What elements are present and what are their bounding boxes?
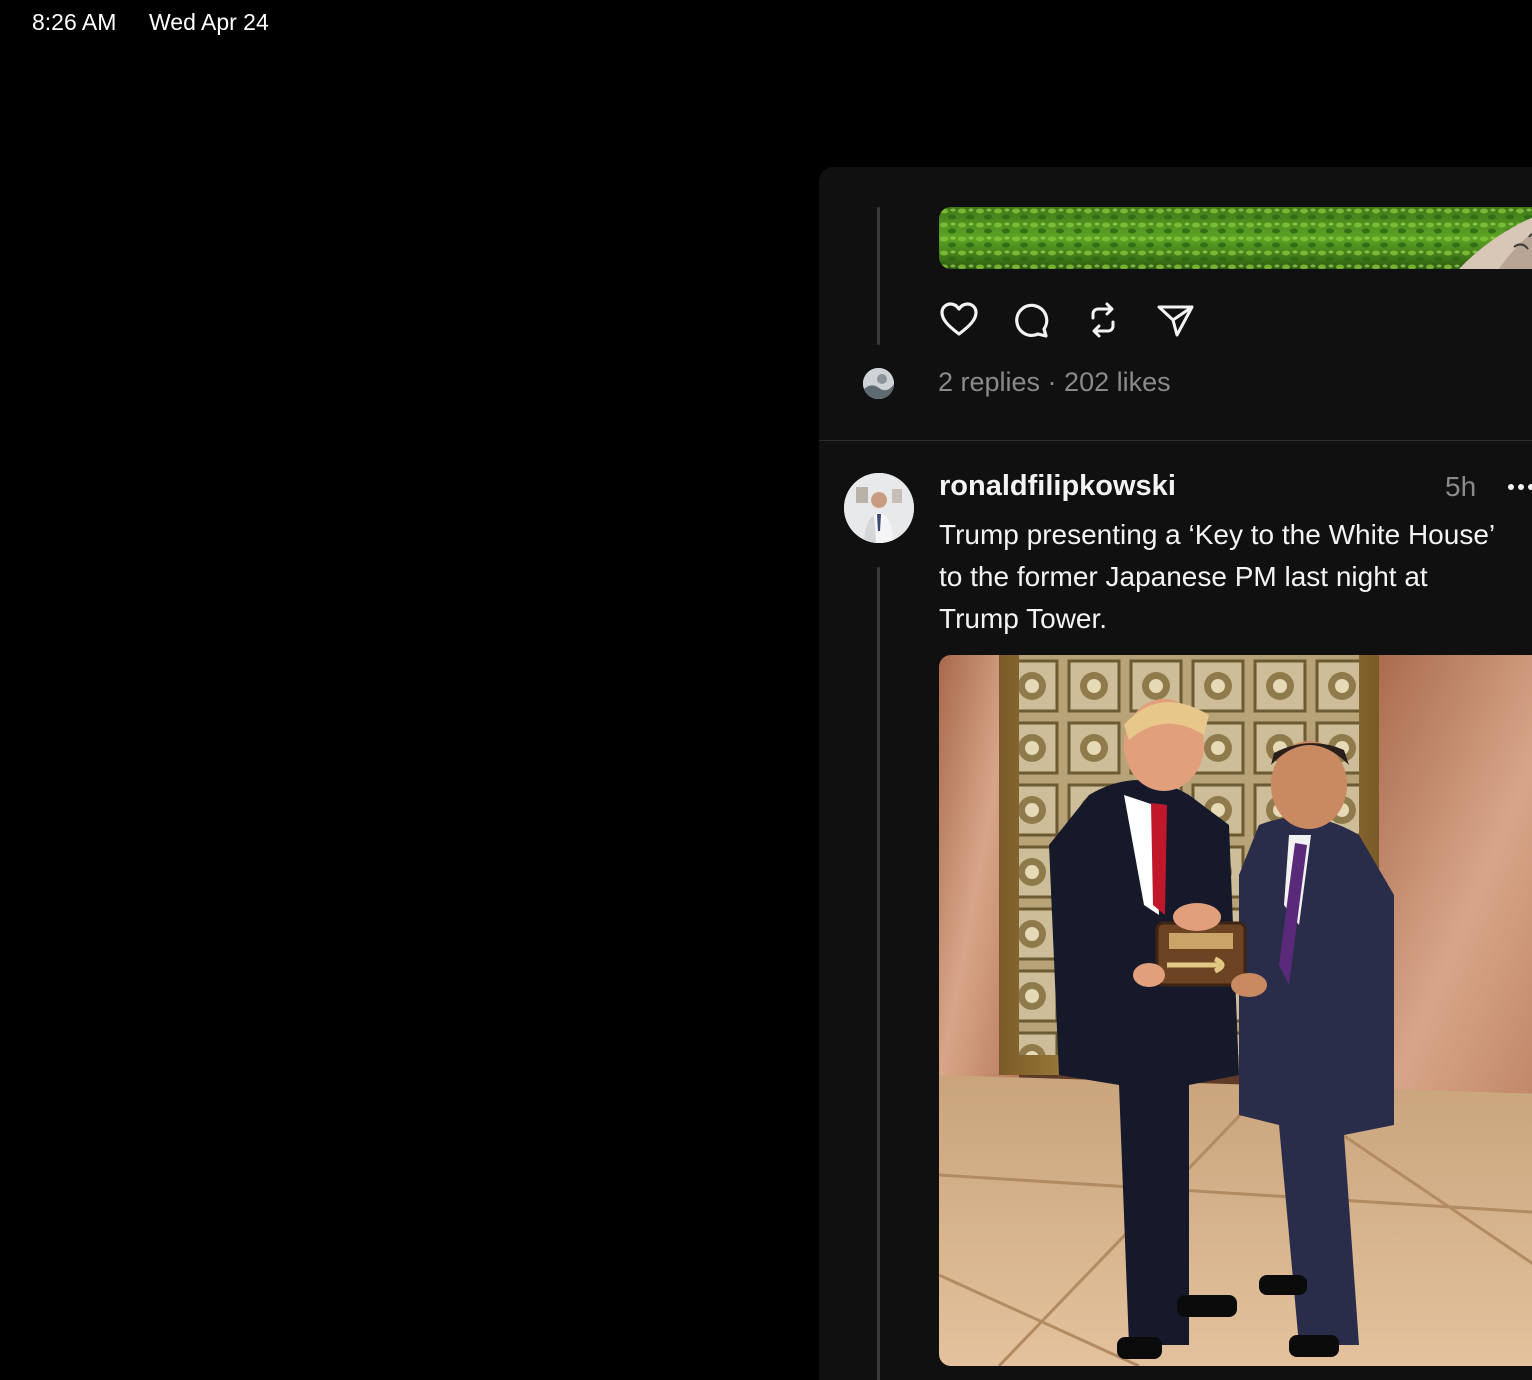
post-divider: [819, 440, 1532, 441]
share-button[interactable]: [1155, 300, 1195, 340]
post-text: Trump presenting a ‘Key to the White Hou…: [939, 519, 1495, 634]
speech-bubble-icon: [1015, 303, 1049, 338]
timestamp: 5h: [1445, 471, 1477, 502]
thread-line: [877, 567, 880, 1380]
more-icon: [1508, 484, 1532, 490]
username[interactable]: ronaldfilipkowski: [939, 470, 1176, 503]
more-button[interactable]: [1507, 479, 1532, 495]
feed-panel[interactable]: 2 replies · 202 likes ronaldfilipkowski …: [819, 167, 1532, 1380]
post-image[interactable]: [939, 207, 1532, 269]
repost-icon: [1091, 302, 1115, 338]
post-actions: [939, 300, 1195, 340]
post-photo-image: [939, 655, 1532, 1366]
send-icon: [1157, 305, 1194, 337]
repost-button[interactable]: [1083, 300, 1123, 340]
reply-avatar-image: [863, 368, 894, 399]
reply-button[interactable]: [1011, 300, 1051, 340]
avatar-image: [844, 473, 914, 543]
heart-icon: [940, 302, 978, 336]
avatar[interactable]: [844, 473, 914, 543]
post-photo[interactable]: [939, 655, 1532, 1366]
status-bar: 8:26 AM Wed Apr 24: [0, 0, 1532, 50]
status-time: 8:26 AM: [32, 9, 117, 35]
like-button[interactable]: [939, 300, 979, 340]
hedge-photo: [939, 207, 1532, 269]
reply-avatar[interactable]: [863, 368, 894, 399]
thread-line: [877, 207, 880, 345]
post-meta[interactable]: 2 replies · 202 likes: [938, 367, 1171, 398]
status-date: Wed Apr 24: [149, 9, 269, 35]
